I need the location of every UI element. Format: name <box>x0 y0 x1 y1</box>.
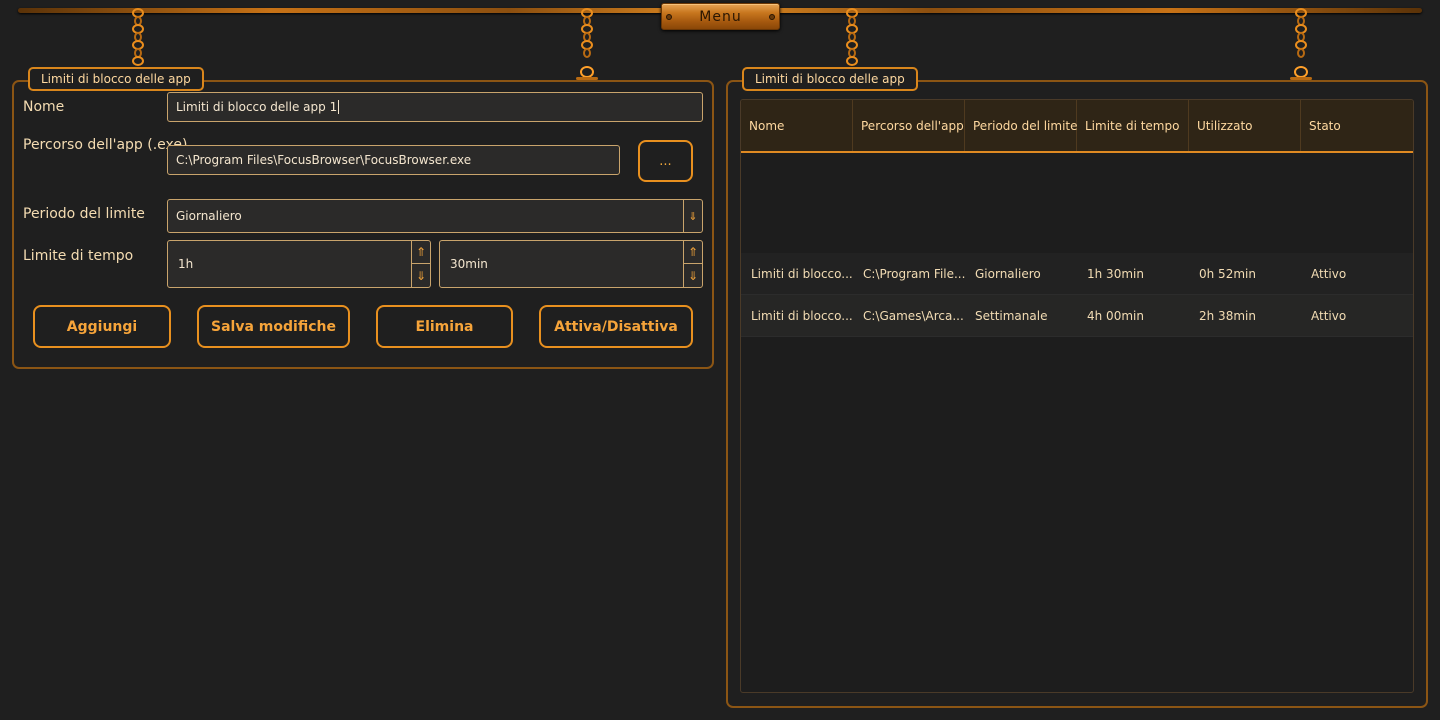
name-field[interactable]: Limiti di blocco delle app 1 <box>167 92 703 122</box>
table-row[interactable]: Limiti di blocco... C:\Games\Arca... Set… <box>741 295 1413 337</box>
period-select[interactable]: Giornaliero ⇓ <box>167 199 703 233</box>
limits-table: Nome Percorso dell'app Periodo del limit… <box>740 99 1414 693</box>
cell-status: Attivo <box>1311 267 1347 281</box>
cell-time-limit: 4h 00min <box>1087 309 1144 323</box>
nail-icon <box>769 14 775 20</box>
table-row[interactable]: Limiti di blocco... C:\Program File... G… <box>741 253 1413 295</box>
period-value: Giornaliero <box>176 209 242 223</box>
column-header-name[interactable]: Nome <box>741 100 853 151</box>
cell-status: Attivo <box>1311 309 1347 323</box>
name-label: Nome <box>23 99 65 115</box>
chain-decoration <box>1290 6 1312 80</box>
editor-panel-title: Limiti di blocco delle app <box>28 67 204 91</box>
text-caret <box>338 100 340 114</box>
cell-path: C:\Program File... <box>863 267 965 281</box>
column-header-used[interactable]: Utilizzato <box>1189 100 1301 151</box>
cell-name: Limiti di blocco... <box>751 309 853 323</box>
cell-used: 0h 52min <box>1199 267 1256 281</box>
browse-button[interactable]: ... <box>638 140 693 182</box>
cell-path: C:\Games\Arca... <box>863 309 964 323</box>
delete-button[interactable]: Elimina <box>376 305 513 348</box>
hours-value: 1h <box>178 257 194 271</box>
period-label: Periodo del limite <box>23 206 145 222</box>
cell-time-limit: 1h 30min <box>1087 267 1144 281</box>
toggle-active-button[interactable]: Attiva/Disattiva <box>539 305 693 348</box>
arrow-up-icon[interactable]: ⇑ <box>684 241 702 264</box>
minutes-spin: ⇑ ⇓ <box>683 241 702 287</box>
column-header-status[interactable]: Stato <box>1301 100 1413 151</box>
cell-period: Settimanale <box>975 309 1048 323</box>
name-value: Limiti di blocco delle app 1 <box>176 100 338 114</box>
minutes-value: 30min <box>450 257 488 271</box>
cell-name: Limiti di blocco... <box>751 267 853 281</box>
add-button[interactable]: Aggiungi <box>33 305 171 348</box>
path-field[interactable]: C:\Program Files\FocusBrowser\FocusBrows… <box>167 145 620 175</box>
chevron-down-icon[interactable]: ⇓ <box>683 200 702 232</box>
column-header-period[interactable]: Periodo del limite <box>965 100 1078 151</box>
hours-stepper[interactable]: 1h ⇑ ⇓ <box>167 240 431 288</box>
save-changes-button[interactable]: Salva modifiche <box>197 305 350 348</box>
column-header-time-limit[interactable]: Limite di tempo <box>1077 100 1189 151</box>
arrow-down-icon[interactable]: ⇓ <box>412 264 430 287</box>
cell-period: Giornaliero <box>975 267 1041 281</box>
nail-icon <box>666 14 672 20</box>
cell-used: 2h 38min <box>1199 309 1256 323</box>
menu-label: Menu <box>699 8 742 25</box>
list-panel-title: Limiti di blocco delle app <box>742 67 918 91</box>
column-header-path[interactable]: Percorso dell'app <box>853 100 965 151</box>
hours-spin: ⇑ ⇓ <box>411 241 430 287</box>
time-limit-label: Limite di tempo <box>23 248 134 264</box>
path-label: Percorso dell'app (.exe) <box>23 137 188 153</box>
menu-button[interactable]: Menu <box>661 3 780 30</box>
path-value: C:\Program Files\FocusBrowser\FocusBrows… <box>176 153 472 167</box>
arrow-up-icon[interactable]: ⇑ <box>412 241 430 264</box>
minutes-stepper[interactable]: 30min ⇑ ⇓ <box>439 240 703 288</box>
chain-decoration <box>576 6 598 80</box>
arrow-down-icon[interactable]: ⇓ <box>684 264 702 287</box>
table-header: Nome Percorso dell'app Periodo del limit… <box>741 100 1413 153</box>
